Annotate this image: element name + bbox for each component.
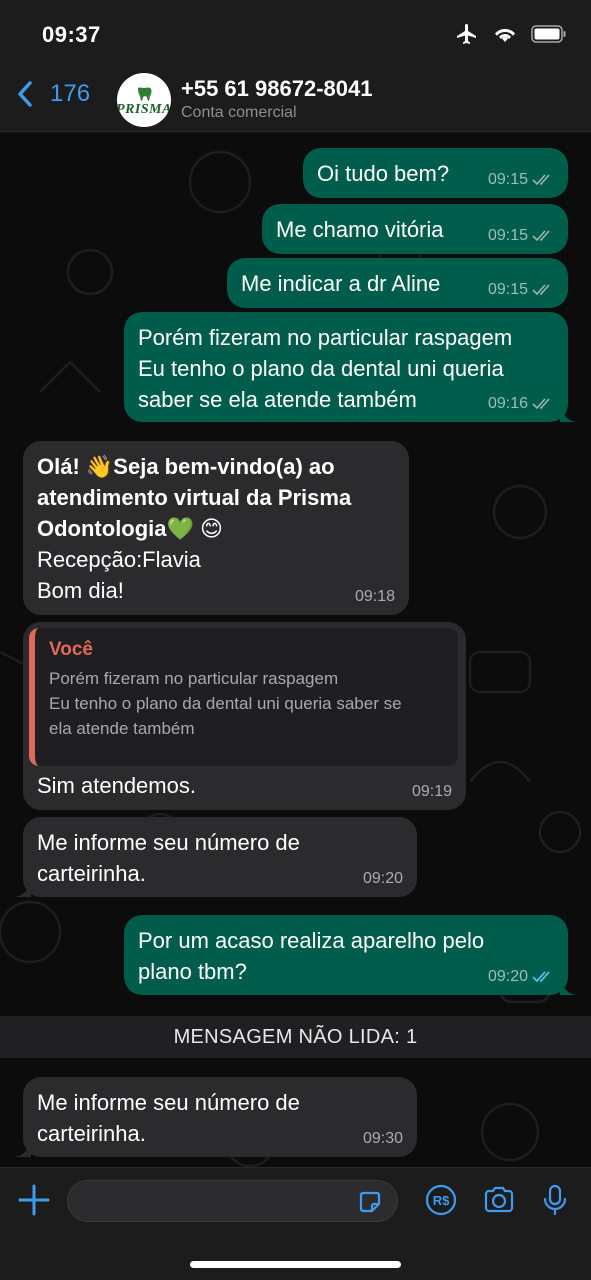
composer-bar: R$ [0, 1167, 591, 1280]
message-time: 09:15 [487, 227, 528, 244]
message-meta: 09:19 [412, 783, 452, 801]
message-meta: 09:20 [363, 870, 403, 888]
message-incoming-reply[interactable]: Você Porém fizeram no particular raspage… [23, 622, 466, 810]
message-line: Me informe seu número de [37, 1090, 300, 1115]
home-indicator[interactable] [190, 1261, 401, 1268]
message-incoming[interactable]: Me informe seu número de carteirinha. 09… [15, 1077, 417, 1157]
camera-icon[interactable] [482, 1183, 516, 1217]
message-time: 09:20 [487, 968, 528, 985]
message-meta: 09:18 [355, 588, 395, 606]
message-line-bold: Odontologia💚 😊 [37, 516, 223, 541]
message-time: 09:19 [411, 783, 452, 800]
sticker-icon[interactable] [357, 1189, 383, 1215]
battery-icon [531, 25, 566, 43]
unread-banner: MENSAGEM NÃO LIDA: 1 [0, 1016, 591, 1058]
message-outgoing[interactable]: Por um acaso realiza aparelho pelo plano… [124, 915, 576, 995]
message-line: Porém fizeram no particular raspagem [138, 325, 513, 350]
message-outgoing[interactable]: Me chamo vitória 09:15 [262, 204, 568, 254]
quote-text: Porém fizeram no particular raspagem Eu … [49, 666, 444, 741]
message-meta: 09:15 [488, 281, 554, 299]
back-button[interactable]: 176 [16, 80, 90, 108]
bubble-tail [560, 979, 576, 995]
chat-area[interactable]: Oi tudo bem? 09:15 Me chamo vitória 09:1… [0, 132, 591, 1167]
message-outgoing[interactable]: Porém fizeram no particular raspagem Eu … [124, 312, 576, 422]
message-incoming[interactable]: Olá! 👋Seja bem-vindo(a) ao atendimento v… [23, 441, 409, 615]
message-line-bold: atendimento virtual da Prisma [37, 485, 352, 510]
wifi-icon [495, 28, 515, 42]
quote-line: ela atende também [49, 719, 195, 738]
message-text: Me indicar a dr Aline [241, 271, 441, 296]
message-line: Eu tenho o plano da dental uni queria [138, 356, 504, 381]
message-line-bold: Olá! 👋Seja bem-vindo(a) ao [37, 454, 335, 479]
message-time: 09:15 [487, 171, 528, 188]
message-line: Me informe seu número de [37, 830, 300, 855]
message-input[interactable] [67, 1180, 398, 1222]
message-meta: 09:20 [488, 968, 554, 986]
message-text: Oi tudo bem? [317, 161, 450, 186]
double-check-read-icon [532, 971, 550, 983]
message-time: 09:20 [362, 870, 403, 887]
message-incoming[interactable]: Me informe seu número de carteirinha. 09… [15, 817, 417, 897]
payment-icon[interactable]: R$ [424, 1183, 458, 1217]
message-outgoing[interactable]: Me indicar a dr Aline 09:15 [227, 258, 568, 308]
avatar[interactable]: PRISMA [117, 73, 171, 127]
bubble-tail [15, 881, 31, 897]
message-text: Sim atendemos. [37, 773, 196, 798]
status-time: 09:37 [42, 22, 101, 47]
quote-line: Eu tenho o plano da dental uni queria sa… [49, 694, 402, 713]
plus-icon[interactable] [16, 1182, 52, 1218]
message-line: carteirinha. [37, 861, 146, 886]
message-text: Me chamo vitória [276, 217, 444, 242]
status-icons [455, 22, 567, 46]
message-line: Por um acaso realiza aparelho pelo [138, 928, 485, 953]
tooth-logo-icon [138, 87, 152, 101]
svg-text:R$: R$ [433, 1193, 450, 1208]
message-line: Bom dia! [37, 578, 124, 603]
double-check-icon [532, 230, 550, 242]
airplane-icon [457, 24, 476, 44]
message-meta: 09:15 [488, 171, 554, 189]
back-count: 176 [50, 80, 91, 107]
quoted-message[interactable]: Você Porém fizeram no particular raspage… [29, 628, 458, 766]
contact-name[interactable]: +55 61 98672-8041 [181, 76, 372, 102]
quote-author: Você [49, 639, 94, 660]
avatar-label: PRISMA [117, 102, 171, 117]
message-time: 09:30 [362, 1130, 403, 1147]
microphone-icon[interactable] [538, 1183, 572, 1217]
back-chevron-icon [18, 81, 32, 107]
message-outgoing[interactable]: Oi tudo bem? 09:15 [303, 148, 568, 198]
chat-header: 176 PRISMA +55 61 98672-8041 Conta comer… [0, 70, 591, 132]
double-check-icon [532, 398, 550, 410]
quote-line: Porém fizeram no particular raspagem [49, 669, 339, 688]
message-line: Recepção:Flavia [37, 547, 201, 572]
message-time: 09:18 [354, 588, 395, 605]
double-check-icon [532, 174, 550, 186]
bubble-tail [15, 1141, 31, 1157]
bubble-tail [560, 406, 576, 422]
message-time: 09:16 [487, 395, 528, 412]
status-bar: 09:37 [0, 0, 591, 70]
double-check-icon [532, 284, 550, 296]
message-meta: 09:30 [363, 1130, 403, 1148]
message-meta: 09:16 [488, 395, 554, 413]
message-line: carteirinha. [37, 1121, 146, 1146]
message-time: 09:15 [487, 281, 528, 298]
contact-subtitle: Conta comercial [181, 104, 297, 121]
message-meta: 09:15 [488, 227, 554, 245]
